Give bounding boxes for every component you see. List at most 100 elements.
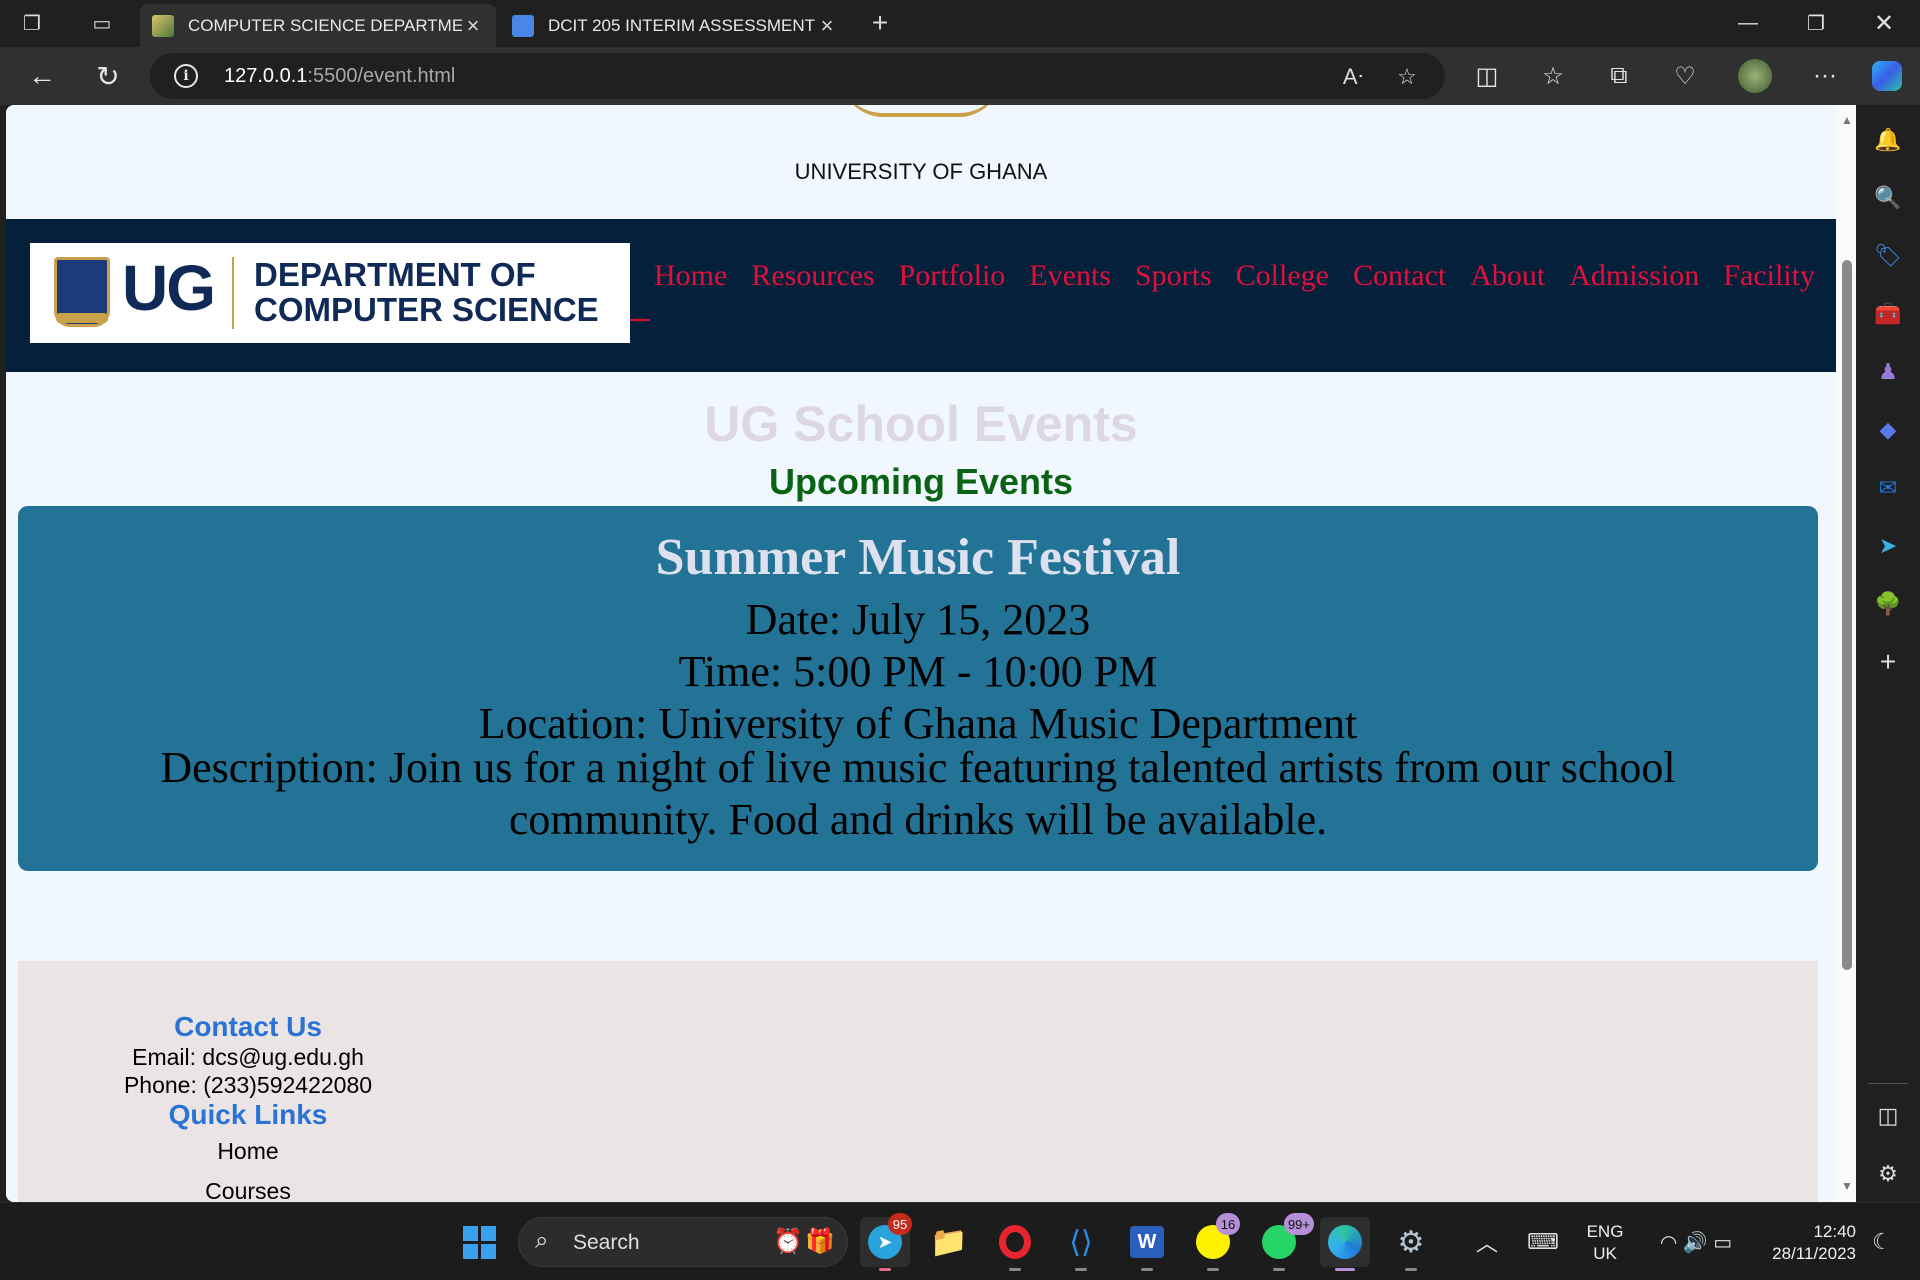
whatsapp-badge: 99+ [1283,1213,1314,1235]
keyboard-icon[interactable]: ⌨ [1518,1217,1568,1267]
nav-link-portfolio[interactable]: Portfolio [899,259,1006,293]
active-indicator [879,1268,891,1271]
scroll-down-arrow-icon[interactable]: ▼ [1841,1179,1853,1193]
tab-title: COMPUTER SCIENCE DEPARTMENT [188,15,462,35]
footer-link-home[interactable]: Home [118,1131,378,1171]
favorites-icon[interactable]: ☆ [1532,55,1574,97]
send-icon[interactable]: ➤ [1871,529,1905,563]
tools-icon[interactable]: 🧰 [1871,297,1905,331]
split-screen-icon[interactable]: ◫ [1466,55,1508,97]
footer-link-courses[interactable]: Courses [118,1171,378,1202]
event-time: Time: 5:00 PM - 10:00 PM [678,647,1158,696]
nav-links: Home Resources Portfolio Events Sports C… [654,259,1815,293]
nav-link-home[interactable]: Home [654,259,727,293]
running-indicator [1009,1268,1021,1271]
nav-link-contact[interactable]: Contact [1353,259,1446,293]
tree-icon[interactable]: 🌳 [1871,587,1905,621]
vscode-icon[interactable]: ⟨⟩ [1056,1217,1106,1271]
nav-link-facility[interactable]: Facility [1723,259,1815,293]
refresh-icon[interactable]: ↻ [86,54,130,98]
favorite-star-icon[interactable]: ☆ [1392,62,1422,92]
minimize-icon[interactable]: — [1716,0,1780,46]
close-window-icon[interactable]: ✕ [1852,0,1916,46]
event-card: Summer Music Festival Date: July 15, 202… [18,506,1818,871]
search-icon[interactable]: 🔍 [1871,181,1905,215]
clock[interactable]: 12:40 28/11/2023 [1756,1221,1856,1265]
notification-moon-icon[interactable]: ☾ [1862,1217,1902,1267]
language-indicator[interactable]: ENG UK [1578,1221,1632,1265]
opera-icon[interactable] [990,1217,1040,1271]
search-highlight-icon: ⏰ [773,1228,803,1255]
telegram-icon[interactable]: ➤ 95 [860,1213,912,1271]
footer-links-heading: Quick Links [168,1099,328,1130]
read-aloud-icon[interactable]: A͏ᐧ [1338,62,1368,92]
whatsapp-icon[interactable]: 99+ [1254,1213,1314,1271]
show-hidden-icons-chevron-icon[interactable]: ︿ [1462,1217,1512,1267]
close-tab-icon[interactable]: × [816,13,838,39]
snapchat-icon[interactable]: 16 [1188,1213,1240,1271]
event-name: Summer Music Festival [655,529,1181,586]
page-title: UG School Events [704,396,1138,452]
new-tab-icon[interactable]: + [860,3,900,43]
network-volume-battery-icons[interactable]: ◠ 🔊 ▭ [1646,1217,1746,1267]
running-indicator [1405,1268,1417,1271]
event-date: Date: July 15, 2023 [745,595,1091,644]
logo-ug-text: UG [122,252,216,324]
address-bar[interactable]: i 127.0.0.1:5500/event.html A͏ᐧ ☆ [150,53,1445,99]
scrollbar-thumb[interactable] [1842,260,1852,970]
nav-link-sports[interactable]: Sports [1135,259,1212,293]
edge-sidebar: 🔔 🔍 🏷 🧰 ♟ ◆ ✉ ➤ 🌳 + ◫ ⚙ [1856,105,1920,1202]
tab-dcit-assessment[interactable]: DCIT 205 INTERIM ASSESSMENT × [500,4,850,47]
site-navbar: UG DEPARTMENT OF COMPUTER SCIENCE Home R… [6,219,1836,372]
tab-computer-science[interactable]: COMPUTER SCIENCE DEPARTMENT × [140,4,496,47]
notifications-icon[interactable]: 🔔 [1871,123,1905,157]
taskbar-search[interactable]: ⌕ Search ⏰ 🎁 [518,1217,848,1267]
close-tab-icon[interactable]: × [462,13,484,39]
microsoft365-icon[interactable]: ◆ [1871,413,1905,447]
start-windows-icon[interactable] [454,1217,504,1267]
running-indicator [1273,1268,1285,1271]
logo-divider [232,257,234,329]
copilot-icon[interactable] [1866,55,1908,97]
gift-icon: 🎁 [805,1228,835,1255]
footer-contact-heading: Contact Us [174,1011,322,1042]
taskbar-search-label: Search [573,1231,640,1254]
settings-gear-icon[interactable]: ⚙ [1871,1157,1905,1191]
department-logo[interactable]: UG DEPARTMENT OF COMPUTER SCIENCE [30,243,630,343]
file-explorer-icon[interactable]: 📁 [924,1217,974,1267]
workspaces-icon[interactable]: ❐ [12,3,52,43]
tab-title: DCIT 205 INTERIM ASSESSMENT [548,15,816,35]
more-options-icon[interactable]: ··· [1804,55,1846,97]
profile-avatar[interactable] [1734,55,1776,97]
university-logo [841,105,1001,117]
word-icon[interactable]: W [1122,1217,1172,1271]
nav-link-admission[interactable]: Admission [1569,259,1699,293]
crest-ribbon [56,313,108,323]
restore-icon[interactable]: ❐ [1784,0,1848,46]
back-icon[interactable]: ← [20,54,64,98]
tab-actions-icon[interactable]: ▭ [82,3,122,43]
site-info-icon[interactable]: i [174,64,198,88]
outlook-icon[interactable]: ✉ [1871,471,1905,505]
browser-essentials-icon[interactable]: ♡ [1664,55,1706,97]
nav-link-about[interactable]: About [1470,259,1545,293]
nav-link-resources[interactable]: Resources [751,259,874,293]
games-icon[interactable]: ♟ [1871,355,1905,389]
nav-link-college[interactable]: College [1236,259,1329,293]
scroll-up-arrow-icon[interactable]: ▲ [1841,113,1853,127]
edge-icon[interactable] [1320,1217,1370,1271]
add-sidebar-icon[interactable]: + [1871,645,1905,679]
site-footer: Contact Us Email: dcs@ug.edu.gh Phone: (… [18,961,1818,1202]
browser-tab-bar: ❐ ▭ COMPUTER SCIENCE DEPARTMENT × DCIT 2… [0,0,1920,47]
shopping-tag-icon[interactable]: 🏷 [1871,239,1905,273]
page-body: UNIVERSITY OF GHANA UG DEPARTMENT OF COM… [6,105,1836,1202]
settings-app-icon[interactable]: ⚙ [1386,1217,1436,1271]
nav-link-events[interactable]: Events [1029,259,1111,293]
snapchat-badge: 16 [1216,1213,1240,1235]
collections-icon[interactable]: ⧉ [1598,55,1640,97]
event-description: Description: Join us for a night of live… [160,743,1676,844]
url-text[interactable]: 127.0.0.1:5500/event.html [224,65,455,88]
windows-taskbar: ⌕ Search ⏰ 🎁 ➤ 95 📁 ⟨⟩ W 16 99+ ⚙ ︿ ⌨ EN… [0,1202,1920,1280]
site-favicon-icon [152,14,174,37]
hide-sidebar-icon[interactable]: ◫ [1871,1099,1905,1133]
